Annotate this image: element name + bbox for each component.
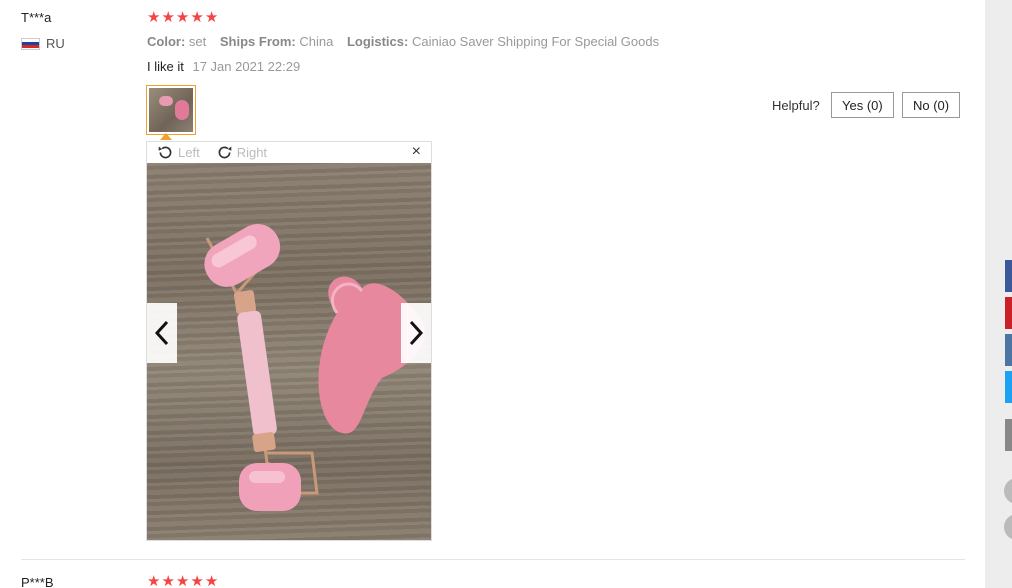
ships-from-label: Ships From: bbox=[219, 34, 296, 49]
thumbnail-caret bbox=[160, 133, 172, 140]
star-icon: ★ bbox=[161, 573, 175, 588]
color-value: set bbox=[188, 34, 207, 49]
review-date: 17 Jan 2021 22:29 bbox=[192, 59, 301, 74]
rotate-right-icon bbox=[218, 146, 231, 159]
star-icon: ★ bbox=[204, 9, 219, 26]
rotate-left-icon bbox=[158, 146, 172, 159]
star-rating: ★ ★ ★ ★ ★ bbox=[147, 573, 218, 588]
close-icon[interactable]: × bbox=[412, 143, 421, 161]
rotate-left-label: Left bbox=[178, 145, 200, 160]
chevron-left-icon bbox=[154, 320, 169, 346]
review-divider bbox=[21, 559, 965, 560]
chevron-right-icon bbox=[409, 320, 424, 346]
feedback-text: I like it bbox=[147, 59, 184, 74]
rotate-left-button[interactable]: Left bbox=[157, 144, 200, 161]
helpful-yes-button[interactable]: Yes (0) bbox=[831, 92, 894, 118]
jade-roller-photo bbox=[204, 224, 425, 511]
photo-thumbnail[interactable] bbox=[146, 85, 196, 135]
star-icon: ★ bbox=[161, 9, 175, 26]
star-icon: ★ bbox=[175, 573, 190, 588]
vk-share-icon[interactable] bbox=[1005, 334, 1012, 366]
ships-from-value: China bbox=[299, 34, 334, 49]
helpful-label: Helpful? bbox=[772, 98, 820, 113]
star-icon: ★ bbox=[190, 573, 204, 588]
star-rating: ★ ★ ★ ★ ★ bbox=[147, 9, 218, 27]
helpful-no-button[interactable]: No (0) bbox=[902, 92, 961, 118]
rotate-right-label: Right bbox=[236, 145, 268, 160]
logistics-label: Logistics: bbox=[346, 34, 409, 49]
twitter-share-icon[interactable] bbox=[1005, 371, 1012, 403]
reviewer-name: P***B bbox=[21, 575, 54, 588]
star-icon: ★ bbox=[190, 9, 204, 26]
logistics-value: Cainiao Saver Shipping For Special Goods bbox=[411, 34, 660, 49]
star-icon: ★ bbox=[147, 9, 161, 26]
country-code: RU bbox=[46, 36, 65, 51]
russia-flag-icon bbox=[21, 37, 40, 50]
star-icon: ★ bbox=[204, 573, 219, 588]
star-icon: ★ bbox=[175, 9, 190, 26]
order-attributes: Color: set Ships From: China Logistics: … bbox=[147, 34, 669, 49]
rotate-right-button[interactable]: Right bbox=[216, 144, 267, 161]
review-feedback: I like it 17 Jan 2021 22:29 bbox=[147, 59, 300, 74]
pinterest-share-icon[interactable] bbox=[1005, 297, 1012, 329]
more-share-icon[interactable] bbox=[1005, 419, 1012, 451]
reviewer-name: T***a bbox=[21, 10, 52, 25]
review-photo bbox=[147, 163, 431, 540]
next-image-button[interactable] bbox=[401, 303, 431, 363]
reviewer-country: RU bbox=[21, 36, 65, 51]
image-viewer: Left Right × bbox=[146, 141, 432, 541]
prev-image-button[interactable] bbox=[147, 303, 177, 363]
thumbnail-image bbox=[149, 88, 193, 132]
color-label: Color: bbox=[147, 34, 186, 49]
facebook-share-icon[interactable] bbox=[1005, 260, 1012, 292]
viewer-toolbar: Left Right × bbox=[147, 142, 431, 163]
star-icon: ★ bbox=[147, 573, 161, 588]
